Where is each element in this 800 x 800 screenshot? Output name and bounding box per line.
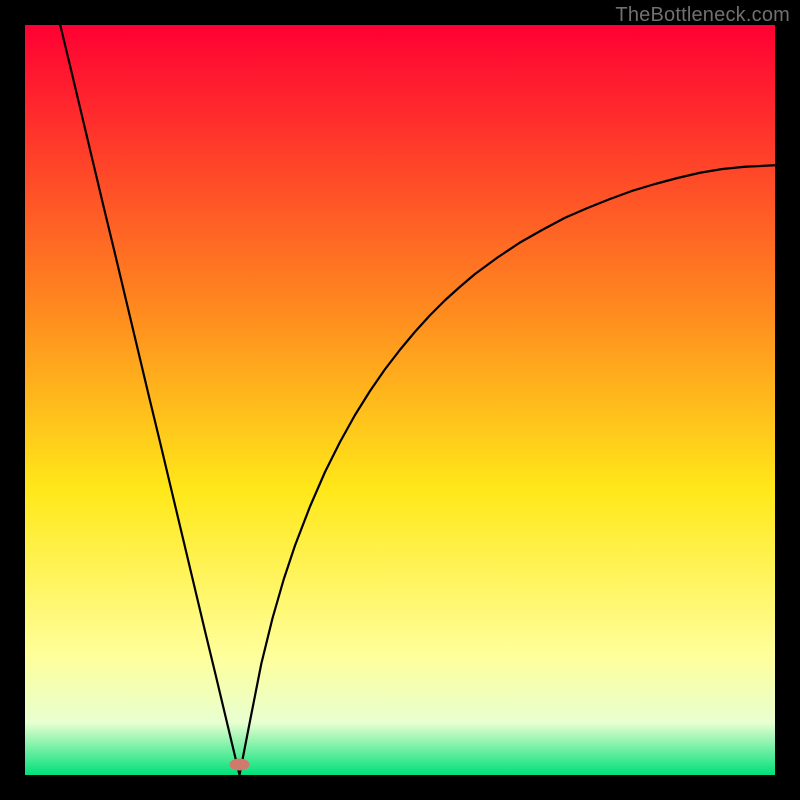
watermark-text: TheBottleneck.com xyxy=(615,4,790,27)
chart-frame: TheBottleneck.com xyxy=(0,0,800,800)
minimum-marker xyxy=(230,759,250,771)
gradient-background xyxy=(25,25,775,775)
chart-plot xyxy=(25,25,775,775)
